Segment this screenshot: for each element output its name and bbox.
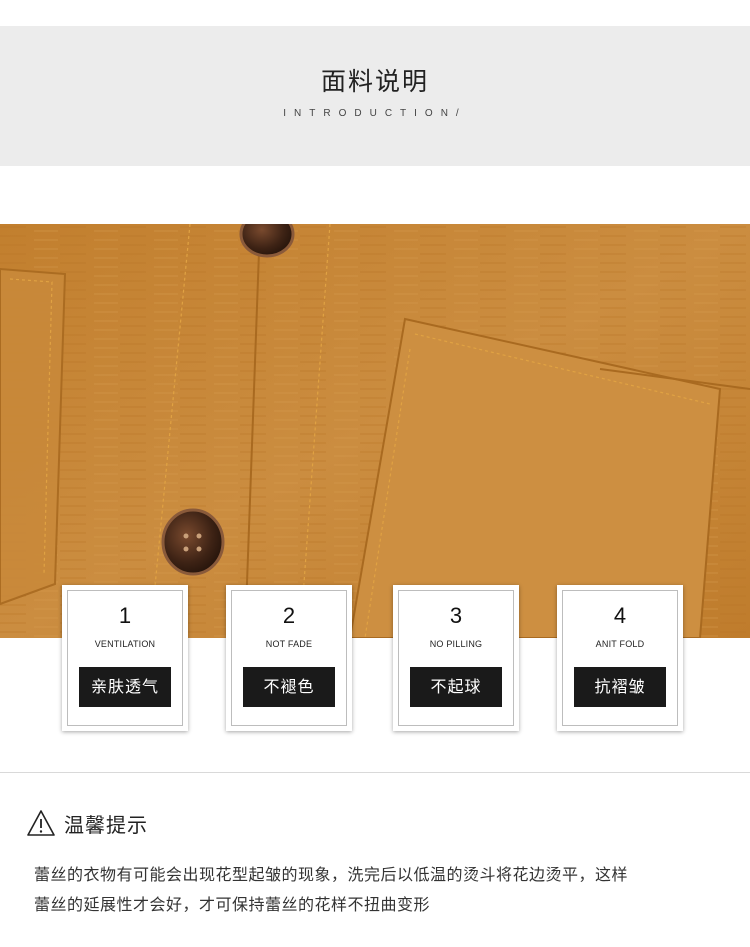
tips-line: 蕾丝的衣物有可能会出现花型起皱的现象，洗完后以低温的烫斗将花边烫平，这样 bbox=[34, 865, 629, 884]
warning-triangle-icon bbox=[27, 810, 55, 836]
feature-chinese-label: 亲肤透气 bbox=[79, 667, 171, 707]
feature-number: 3 bbox=[449, 603, 463, 628]
feature-english-label: NOT FADE bbox=[265, 639, 313, 649]
fabric-photo bbox=[0, 224, 750, 638]
feature-chinese-label: 抗褶皱 bbox=[574, 667, 666, 707]
feature-english-label: ANIT FOLD bbox=[595, 639, 645, 649]
feature-number: 2 bbox=[282, 603, 296, 628]
tips-line: 蕾丝的延展性才会好，才可保持蕾丝的花样不扭曲变形 bbox=[34, 895, 431, 914]
feature-chinese-label: 不褪色 bbox=[243, 667, 335, 707]
feature-english-label: VENTILATION bbox=[94, 639, 156, 649]
feature-card-3: 3 NO PILLING 不起球 bbox=[393, 585, 519, 731]
feature-card-2: 2 NOT FADE 不褪色 bbox=[226, 585, 352, 731]
tips-title: 温馨提示 bbox=[64, 812, 148, 837]
feature-card-4: 4 ANIT FOLD 抗褶皱 bbox=[557, 585, 683, 731]
feature-number: 1 bbox=[118, 603, 132, 628]
page-subtitle: INTRODUCTION/ bbox=[283, 108, 467, 119]
feature-number: 4 bbox=[613, 603, 627, 628]
tips-header: 温馨提示 bbox=[26, 808, 148, 838]
feature-english-label: NO PILLING bbox=[429, 639, 483, 649]
feature-card-1: 1 VENTILATION 亲肤透气 bbox=[62, 585, 188, 731]
tips-body: 蕾丝的衣物有可能会出现花型起皱的现象，洗完后以低温的烫斗将花边烫平，这样 蕾丝的… bbox=[34, 860, 734, 920]
section-divider bbox=[0, 772, 750, 773]
page-title: 面料说明 bbox=[320, 67, 429, 96]
feature-chinese-label: 不起球 bbox=[410, 667, 502, 707]
